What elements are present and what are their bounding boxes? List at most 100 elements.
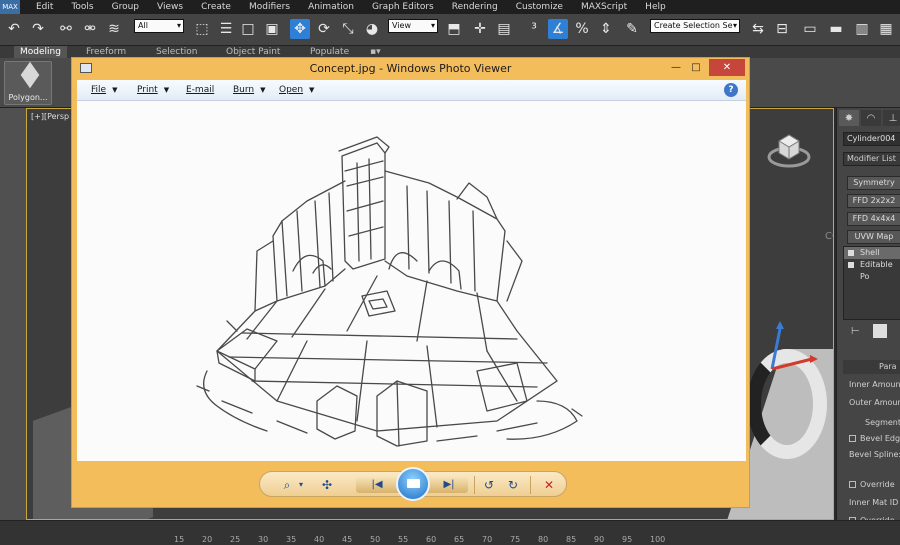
uvw-map-button[interactable]: UVW Map <box>847 230 900 244</box>
minimize-button[interactable]: — <box>666 59 686 76</box>
edit-named-selection-icon[interactable]: ✎ <box>622 19 642 39</box>
polygon-modeling-button[interactable]: Polygon... <box>4 61 52 105</box>
hierarchy-tab-icon[interactable]: ⊥ <box>883 110 900 126</box>
override-inner-checkbox[interactable]: Override <box>849 480 895 489</box>
previous-icon[interactable]: |◀ <box>368 476 386 494</box>
print-menu[interactable]: Print ▼ <box>137 85 169 95</box>
time-tick: 55 <box>398 535 409 544</box>
symmetry-button[interactable]: Symmetry <box>847 176 900 190</box>
rotate-counterclockwise-icon[interactable]: ↺ <box>480 476 498 494</box>
select-and-move-icon[interactable]: ✥ <box>290 19 310 39</box>
spinner-snap-icon[interactable]: ⇕ <box>596 19 616 39</box>
time-tick: 35 <box>286 535 297 544</box>
cube-icon <box>20 61 40 89</box>
timeline[interactable]: 15 20 25 30 35 40 45 50 55 60 65 70 75 8… <box>0 520 900 545</box>
percent-snap-icon[interactable]: % <box>572 19 592 39</box>
menu-tools[interactable]: Tools <box>71 2 93 12</box>
tab-modeling[interactable]: Modeling <box>14 46 67 58</box>
select-and-rotate-icon[interactable]: ⟳ <box>314 19 334 39</box>
modify-tab-icon[interactable]: ◠ <box>861 110 881 126</box>
expand-icon[interactable] <box>848 262 854 268</box>
snaps-toggle-icon[interactable]: ³ <box>524 19 544 39</box>
close-button[interactable]: ✕ <box>709 59 745 76</box>
slideshow-button[interactable] <box>396 467 430 501</box>
time-tick: 100 <box>650 535 666 544</box>
unlink-icon[interactable]: ⚮ <box>80 19 100 39</box>
stack-item-shell[interactable]: Shell <box>844 247 900 259</box>
select-by-name-icon[interactable]: ☰ <box>216 19 236 39</box>
angle-snap-icon[interactable]: ∡ <box>548 19 568 39</box>
menu-edit[interactable]: Edit <box>36 2 53 12</box>
keyboard-shortcut-override-icon[interactable]: ▤ <box>494 19 514 39</box>
burn-menu[interactable]: Burn ▼ <box>233 85 266 95</box>
menu-animation[interactable]: Animation <box>308 2 354 12</box>
time-tick: 50 <box>370 535 381 544</box>
manipulate-icon[interactable]: ✛ <box>470 19 490 39</box>
viewcube-icon[interactable] <box>767 127 811 171</box>
photo-viewer-window[interactable]: Concept.jpg - Windows Photo Viewer — □ ✕… <box>71 57 750 508</box>
maximize-button[interactable]: □ <box>686 59 706 76</box>
select-and-scale-icon[interactable]: ⤡ <box>338 19 358 39</box>
next-icon[interactable]: ▶| <box>440 476 458 494</box>
viewport-label[interactable]: [+][Persp <box>31 112 69 121</box>
toggle-ribbon-icon[interactable]: ▬ <box>826 19 846 39</box>
file-menu-label: File <box>91 85 107 95</box>
inner-mat-id-label: Inner Mat ID <box>849 498 899 507</box>
parameters-rollout-header[interactable]: Para <box>843 360 900 374</box>
pivot-center-icon[interactable]: ⬒ <box>444 19 464 39</box>
create-tab-icon[interactable]: ✸ <box>839 110 859 126</box>
checkbox[interactable] <box>849 481 856 488</box>
pin-stack-icon[interactable]: ⊢ <box>851 326 860 337</box>
window-title: Concept.jpg - Windows Photo Viewer <box>309 62 512 75</box>
select-object-icon[interactable]: ⬚ <box>192 19 212 39</box>
menu-rendering[interactable]: Rendering <box>452 2 498 12</box>
zoom-chevron-icon[interactable]: ▾ <box>292 476 310 494</box>
menu-graph-editors[interactable]: Graph Editors <box>372 2 434 12</box>
modifier-list-select[interactable]: Modifier List <box>843 152 900 166</box>
menu-group[interactable]: Group <box>112 2 139 12</box>
inner-amount-label: Inner Amount <box>849 380 900 389</box>
select-and-place-icon[interactable]: ◕ <box>362 19 382 39</box>
show-end-result-icon[interactable] <box>873 324 887 338</box>
time-ruler[interactable]: 15 20 25 30 35 40 45 50 55 60 65 70 75 8… <box>172 521 900 545</box>
open-menu[interactable]: Open ▼ <box>279 85 314 95</box>
schematic-view-icon[interactable]: ▦ <box>876 19 896 39</box>
mirror-icon[interactable]: ⇆ <box>748 19 768 39</box>
image-canvas[interactable] <box>77 101 746 461</box>
rectangular-selection-icon[interactable]: □ <box>238 19 258 39</box>
menu-customize[interactable]: Customize <box>516 2 563 12</box>
delete-icon[interactable]: ✕ <box>540 476 558 494</box>
rotate-clockwise-icon[interactable]: ↻ <box>504 476 522 494</box>
divider <box>530 476 531 494</box>
ffd-2x2x2-button[interactable]: FFD 2x2x2 <box>847 194 900 208</box>
transform-gizmo-icon[interactable] <box>762 319 822 379</box>
help-icon[interactable]: ? <box>724 83 738 97</box>
ffd-4x4x4-button[interactable]: FFD 4x4x4 <box>847 212 900 226</box>
stack-item-editable-poly[interactable]: Editable Po <box>844 259 900 281</box>
bind-space-warp-icon[interactable]: ≋ <box>104 19 124 39</box>
reference-coordinate-select[interactable]: View <box>388 19 438 33</box>
layer-explorer-icon[interactable]: ▭ <box>800 19 820 39</box>
email-menu[interactable]: E-mail <box>186 85 214 95</box>
lightbulb-icon[interactable] <box>848 250 854 256</box>
object-name-field[interactable]: Cylinder004 <box>843 132 900 146</box>
menu-help[interactable]: Help <box>645 2 666 12</box>
actual-size-icon[interactable]: ✣ <box>318 476 336 494</box>
curve-editor-icon[interactable]: ▥ <box>852 19 872 39</box>
named-selection-set-select[interactable]: Create Selection Se <box>650 19 740 33</box>
max-logo-icon[interactable]: MAX <box>0 0 20 14</box>
menu-modifiers[interactable]: Modifiers <box>249 2 290 12</box>
align-icon[interactable]: ⊟ <box>772 19 792 39</box>
bevel-edges-checkbox[interactable]: Bevel Edge <box>849 434 900 443</box>
menu-maxscript[interactable]: MAXScript <box>581 2 627 12</box>
menu-create[interactable]: Create <box>201 2 231 12</box>
selection-filter-select[interactable]: All <box>134 19 184 33</box>
window-crossing-icon[interactable]: ▣ <box>262 19 282 39</box>
checkbox[interactable] <box>849 435 856 442</box>
file-menu[interactable]: File ▼ <box>91 85 117 95</box>
redo-icon[interactable]: ↷ <box>28 19 48 39</box>
menu-views[interactable]: Views <box>157 2 183 12</box>
link-icon[interactable]: ⚯ <box>56 19 76 39</box>
time-tick: 70 <box>482 535 493 544</box>
undo-icon[interactable]: ↶ <box>4 19 24 39</box>
